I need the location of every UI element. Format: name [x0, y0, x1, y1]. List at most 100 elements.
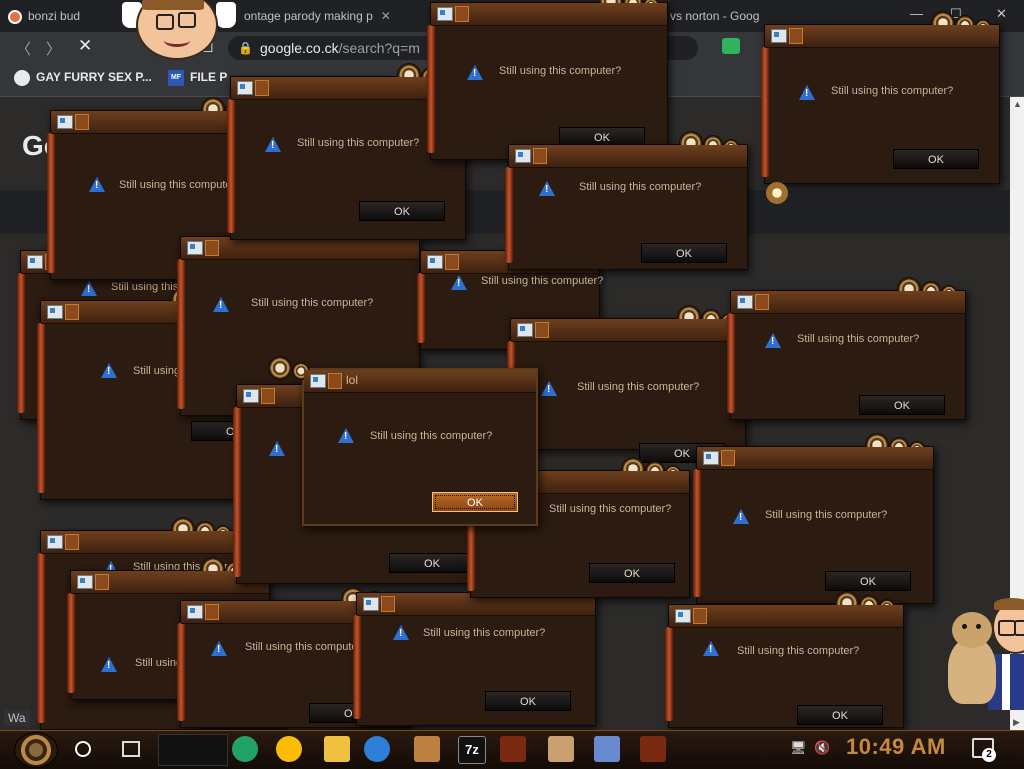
ok-button[interactable]: OK: [641, 243, 727, 263]
stop-x-icon[interactable]: ✕: [78, 36, 92, 56]
ok-button[interactable]: OK: [825, 571, 911, 591]
dialog-message: Still using this computer?: [251, 297, 374, 309]
dialog-message: Still using this computer?: [549, 503, 672, 515]
window-menu-icon[interactable]: [261, 388, 275, 404]
dialog-titlebar[interactable]: [181, 237, 419, 260]
window-menu-icon[interactable]: [205, 240, 219, 256]
still-using-dialog[interactable]: !Still using this computer?OK: [507, 305, 746, 463]
window-menu-icon[interactable]: [445, 254, 459, 270]
still-using-dialog[interactable]: !Still using this computer?OK: [693, 433, 934, 604]
browser-tab[interactable]: bonzi bud: [8, 4, 100, 32]
pipe-decoration: [227, 99, 235, 233]
still-using-dialog[interactable]: !Still using this computer?OK: [727, 277, 966, 420]
file-explorer-icon[interactable]: [324, 736, 350, 762]
warning-icon: !: [101, 657, 117, 672]
app-icon: [47, 535, 63, 549]
character-icon[interactable]: [548, 736, 574, 762]
tab-close-icon[interactable]: ✕: [381, 9, 391, 23]
window-menu-icon[interactable]: [789, 28, 803, 44]
dialog-titlebar[interactable]: lol: [304, 370, 536, 393]
ok-button[interactable]: OK: [485, 691, 571, 711]
app-window-icon[interactable]: [640, 736, 666, 762]
still-using-dialog[interactable]: !Still using this computer?OK: [665, 591, 904, 728]
window-menu-icon[interactable]: [721, 450, 735, 466]
still-using-dialog[interactable]: !Still using this computer?OK: [353, 579, 596, 726]
ok-button[interactable]: OK: [389, 553, 475, 573]
network-icon[interactable]: 🖥: [790, 740, 807, 756]
dialog-message: Still using this computer?: [831, 85, 954, 97]
window-menu-icon[interactable]: [205, 604, 219, 620]
dialog-titlebar[interactable]: [669, 605, 903, 628]
dialog-titlebar[interactable]: [41, 531, 239, 554]
dialog-titlebar[interactable]: [697, 447, 933, 470]
warning-icon: !: [213, 297, 229, 312]
browser-tab[interactable]: ontage parody making p ✕: [244, 4, 394, 32]
warning-icon: !: [101, 363, 117, 378]
tab-favicon-icon: [8, 9, 22, 24]
tab-label: e vs norton - Goog: [660, 9, 760, 23]
window-menu-icon[interactable]: [65, 304, 79, 320]
ok-button[interactable]: OK: [432, 492, 518, 512]
scroll-up-icon[interactable]: ▲: [1013, 99, 1022, 109]
ok-button[interactable]: OK: [893, 149, 979, 169]
pipe-decoration: [427, 25, 435, 153]
window-menu-icon[interactable]: [535, 322, 549, 338]
window-menu-icon[interactable]: [65, 534, 79, 550]
taskbar-search-box[interactable]: [158, 734, 228, 766]
app-icon: [427, 255, 443, 269]
task-view-icon[interactable]: [122, 741, 140, 757]
globe-icon: [14, 70, 30, 86]
window-menu-icon[interactable]: [328, 373, 342, 389]
window-menu-icon[interactable]: [755, 294, 769, 310]
ok-button[interactable]: OK: [359, 201, 445, 221]
paint-icon[interactable]: [594, 736, 620, 762]
chrome-icon[interactable]: [276, 736, 302, 762]
ok-button[interactable]: OK: [589, 563, 675, 583]
dialog-message: Still using this computer?: [119, 179, 242, 191]
pipe-decoration: [233, 407, 241, 577]
scroll-right-icon[interactable]: ▶: [1013, 717, 1020, 728]
window-menu-icon[interactable]: [75, 114, 89, 130]
sheets-icon[interactable]: [232, 736, 258, 762]
back-arrow-icon[interactable]: 〈: [16, 38, 31, 59]
minimize-icon[interactable]: —: [910, 6, 923, 21]
pipe-decoration: [505, 167, 513, 263]
edge-icon[interactable]: [364, 736, 390, 762]
game-icon[interactable]: [414, 736, 440, 762]
active-dialog-window[interactable]: lol ! Still using this computer? OK: [268, 356, 538, 526]
window-menu-icon[interactable]: [255, 80, 269, 96]
ok-button[interactable]: OK: [797, 705, 883, 725]
warning-icon: !: [733, 509, 749, 524]
bookmark-item[interactable]: MF FILE P: [168, 70, 227, 86]
extension-icon[interactable]: [722, 38, 740, 54]
still-using-dialog[interactable]: !Still using this computer?OK: [505, 131, 748, 270]
window-menu-icon[interactable]: [455, 6, 469, 22]
forward-arrow-icon[interactable]: 〉: [46, 38, 61, 59]
search-icon[interactable]: [75, 741, 91, 757]
dialog-titlebar[interactable]: [765, 25, 999, 48]
close-window-icon[interactable]: ✕: [996, 6, 1007, 22]
app-window-icon[interactable]: [500, 736, 526, 762]
window-menu-icon[interactable]: [533, 148, 547, 164]
7zip-icon[interactable]: 7z: [458, 736, 486, 764]
bookmark-item[interactable]: GAY FURRY SEX P...: [14, 70, 152, 86]
still-using-dialog[interactable]: !Still using this computer?OK: [761, 11, 1000, 184]
lock-icon: 🔒: [238, 41, 253, 55]
pipe-decoration: [761, 47, 769, 177]
window-menu-icon[interactable]: [95, 574, 109, 590]
pipe-decoration: [17, 273, 25, 413]
app-icon: [675, 609, 691, 623]
window-menu-icon[interactable]: [693, 608, 707, 624]
taskbar-clock[interactable]: 10:49 AM: [846, 734, 946, 760]
dialog-titlebar[interactable]: [731, 291, 965, 314]
dialog-titlebar[interactable]: [431, 3, 667, 26]
volume-muted-icon[interactable]: 🔇: [814, 740, 830, 756]
app-icon: [47, 305, 63, 319]
dialog-titlebar[interactable]: [511, 319, 745, 342]
pipe-decoration: [37, 323, 45, 493]
dialog-titlebar[interactable]: [509, 145, 747, 168]
ok-button[interactable]: OK: [859, 395, 945, 415]
window-menu-icon[interactable]: [381, 596, 395, 612]
still-using-dialog[interactable]: !Still using this computer?OK: [427, 0, 668, 160]
start-button[interactable]: [14, 732, 58, 768]
